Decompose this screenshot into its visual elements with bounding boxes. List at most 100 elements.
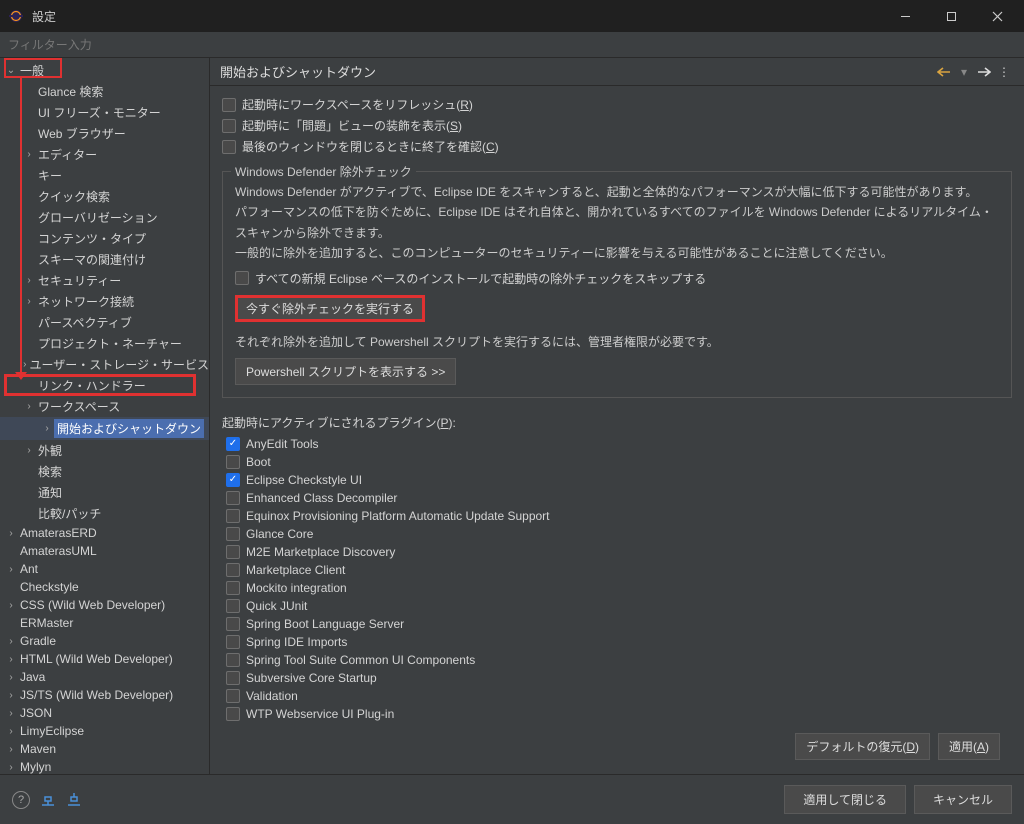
chevron-icon: › <box>4 564 18 575</box>
plugin-checkbox[interactable] <box>226 491 240 505</box>
tree-item[interactable]: プロジェクト・ネーチャー <box>0 333 209 354</box>
minimize-button[interactable] <box>882 0 928 32</box>
tree-item[interactable]: ›ネットワーク接続 <box>0 291 209 312</box>
tree-item[interactable]: ›Java <box>0 668 209 686</box>
plugin-row[interactable]: AnyEdit Tools <box>226 435 1012 453</box>
plugin-row[interactable]: Validation <box>226 687 1012 705</box>
plugin-row[interactable]: Marketplace Client <box>226 561 1012 579</box>
tree-item[interactable]: ›外観 <box>0 440 209 461</box>
tree-item[interactable]: ›Maven <box>0 740 209 758</box>
plugin-checkbox[interactable] <box>226 599 240 613</box>
plugin-row[interactable]: Subversive Core Startup <box>226 669 1012 687</box>
tree-item[interactable]: Web ブラウザー <box>0 123 209 144</box>
plugin-row[interactable]: M2E Marketplace Discovery <box>226 543 1012 561</box>
tree-item[interactable]: ›CSS (Wild Web Developer) <box>0 596 209 614</box>
tree-item[interactable]: ›ワークスペース <box>0 396 209 417</box>
show-powershell-button[interactable]: Powershell スクリプトを表示する >> <box>235 358 456 385</box>
plugin-label: WTP Webservice UI Plug-in <box>246 707 394 721</box>
plugin-row[interactable]: WTP Webservice UI Plug-in <box>226 705 1012 723</box>
plugin-row[interactable]: Spring Boot Language Server <box>226 615 1012 633</box>
cancel-button[interactable]: キャンセル <box>914 785 1012 814</box>
tree-item[interactable]: ›Gradle <box>0 632 209 650</box>
plugin-checkbox[interactable] <box>226 527 240 541</box>
plugin-row[interactable]: Quick JUnit <box>226 597 1012 615</box>
export-icon[interactable] <box>66 793 82 807</box>
plugin-checkbox[interactable] <box>226 635 240 649</box>
apply-and-close-button[interactable]: 適用して閉じる <box>784 785 906 814</box>
tree-item[interactable]: 検索 <box>0 461 209 482</box>
tree-item[interactable]: ›JS/TS (Wild Web Developer) <box>0 686 209 704</box>
tree-item-label: 開始およびシャットダウン <box>54 419 204 438</box>
sidebar[interactable]: ⌄一般Glance 検索UI フリーズ・モニターWeb ブラウザー›エディターキ… <box>0 58 210 774</box>
plugin-checkbox[interactable] <box>226 473 240 487</box>
plugin-row[interactable]: Eclipse Checkstyle UI <box>226 471 1012 489</box>
tree-item[interactable]: ERMaster <box>0 614 209 632</box>
apply-button[interactable]: 適用(A) <box>938 733 1000 760</box>
plugin-checkbox[interactable] <box>226 617 240 631</box>
plugin-row[interactable]: Boot <box>226 453 1012 471</box>
tree-item[interactable]: ›セキュリティー <box>0 270 209 291</box>
nav-menu-icon[interactable]: ⋮ <box>994 65 1014 79</box>
nav-fwd-icon[interactable] <box>974 67 994 77</box>
tree-item[interactable]: クイック検索 <box>0 186 209 207</box>
plugin-checkbox[interactable] <box>226 455 240 469</box>
plugin-checkbox[interactable] <box>226 671 240 685</box>
tree-item[interactable]: AmaterasUML <box>0 542 209 560</box>
tree-item-label: UI フリーズ・モニター <box>36 104 161 121</box>
tree-item[interactable]: ›開始およびシャットダウン <box>0 417 209 440</box>
plugin-row[interactable]: Spring IDE Imports <box>226 633 1012 651</box>
check-problems[interactable] <box>222 119 236 133</box>
plugin-checkbox[interactable] <box>226 437 240 451</box>
tree-item[interactable]: ›JSON <box>0 704 209 722</box>
import-icon[interactable] <box>40 793 56 807</box>
maximize-button[interactable] <box>928 0 974 32</box>
help-icon[interactable]: ? <box>12 791 30 809</box>
plugin-row[interactable]: Glance Core <box>226 525 1012 543</box>
run-exclusion-button[interactable]: 今すぐ除外チェックを実行する <box>235 295 425 322</box>
plugin-row[interactable]: Enhanced Class Decompiler <box>226 489 1012 507</box>
plugin-checkbox[interactable] <box>226 653 240 667</box>
tree-item[interactable]: ›Mylyn <box>0 758 209 774</box>
plugin-checkbox[interactable] <box>226 563 240 577</box>
check-refresh-row[interactable]: 起動時にワークスペースをリフレッシュ(R) <box>222 94 1012 115</box>
check-refresh[interactable] <box>222 98 236 112</box>
tree-item[interactable]: コンテンツ・タイプ <box>0 228 209 249</box>
tree-item[interactable]: Checkstyle <box>0 578 209 596</box>
tree-item[interactable]: UI フリーズ・モニター <box>0 102 209 123</box>
check-confirm-row[interactable]: 最後のウィンドウを閉じるときに終了を確認(C) <box>222 136 1012 157</box>
tree-item[interactable]: ›LimyEclipse <box>0 722 209 740</box>
close-button[interactable] <box>974 0 1020 32</box>
restore-defaults-button[interactable]: デフォルトの復元(D) <box>795 733 930 760</box>
nav-back-icon[interactable] <box>934 67 954 77</box>
plugin-checkbox[interactable] <box>226 509 240 523</box>
tree-item-label: ネットワーク接続 <box>36 293 134 310</box>
tree-item-label: Web ブラウザー <box>36 125 126 142</box>
tree-item[interactable]: 通知 <box>0 482 209 503</box>
check-confirm[interactable] <box>222 140 236 154</box>
plugin-checkbox[interactable] <box>226 689 240 703</box>
plugin-row[interactable]: Spring Tool Suite Common UI Components <box>226 651 1012 669</box>
tree-item[interactable]: パースペクティブ <box>0 312 209 333</box>
tree-item[interactable]: Glance 検索 <box>0 81 209 102</box>
plugin-row[interactable]: Equinox Provisioning Platform Automatic … <box>226 507 1012 525</box>
plugin-checkbox[interactable] <box>226 545 240 559</box>
filter-input[interactable] <box>0 32 210 57</box>
tree-item[interactable]: グローバリゼーション <box>0 207 209 228</box>
tree-item[interactable]: ›AmaterasERD <box>0 524 209 542</box>
tree-item-label: CSS (Wild Web Developer) <box>18 598 165 612</box>
tree-item[interactable]: 比較/パッチ <box>0 503 209 524</box>
check-skip-row[interactable]: すべての新規 Eclipse ベースのインストールで起動時の除外チェックをスキッ… <box>235 268 999 289</box>
tree-item[interactable]: ›ユーザー・ストレージ・サービス <box>0 354 209 375</box>
check-skip[interactable] <box>235 271 249 285</box>
tree-item[interactable]: ›HTML (Wild Web Developer) <box>0 650 209 668</box>
plugin-row[interactable]: Mockito integration <box>226 579 1012 597</box>
plugin-checkbox[interactable] <box>226 581 240 595</box>
chevron-icon: › <box>4 744 18 755</box>
plugin-label: Enhanced Class Decompiler <box>246 491 397 505</box>
tree-item[interactable]: ›エディター <box>0 144 209 165</box>
tree-item[interactable]: キー <box>0 165 209 186</box>
tree-item[interactable]: ›Ant <box>0 560 209 578</box>
tree-item[interactable]: スキーマの関連付け <box>0 249 209 270</box>
plugin-checkbox[interactable] <box>226 707 240 721</box>
check-problems-row[interactable]: 起動時に「問題」ビューの装飾を表示(S) <box>222 115 1012 136</box>
